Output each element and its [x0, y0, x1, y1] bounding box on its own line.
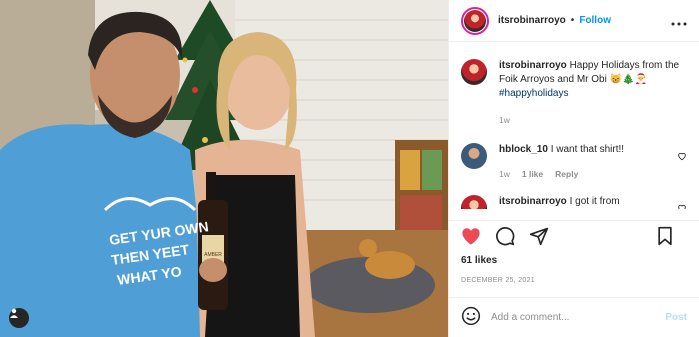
add-comment-bar: Post	[449, 297, 699, 337]
author-avatar[interactable]	[461, 6, 489, 35]
caption-avatar[interactable]	[461, 59, 487, 85]
comment-text: I got it from	[569, 196, 620, 207]
post-side-panel: itsrobinarroyo • Follow itsrobinarroyo H…	[448, 0, 699, 337]
like-heart-icon[interactable]	[461, 227, 481, 245]
comments-list[interactable]: itsrobinarroyo Happy Holidays from the F…	[449, 43, 699, 209]
comment-avatar[interactable]	[461, 195, 487, 209]
reply-button[interactable]: Reply	[555, 167, 578, 181]
comment-row: itsrobinarroyo I got it from	[461, 195, 687, 209]
instagram-post: AMBER GET YUR OWN THEN YEET WHAT YO itsr…	[0, 0, 699, 337]
likes-count[interactable]: 61 likes	[461, 255, 497, 266]
bookmark-icon[interactable]	[657, 226, 673, 246]
action-bar	[449, 220, 699, 250]
caption-age[interactable]: 1w	[499, 113, 510, 127]
bottle-label: AMBER	[204, 252, 222, 258]
comment-text: I want that shirt!!	[550, 144, 625, 155]
tagged-users-button[interactable]	[9, 308, 29, 328]
comment-age[interactable]: 1w	[499, 167, 510, 181]
author-username[interactable]: itsrobinarroyo	[498, 15, 566, 26]
comment-avatar[interactable]	[461, 143, 487, 169]
comment-input[interactable]	[491, 312, 666, 323]
comment-bubble-icon[interactable]	[495, 226, 515, 246]
post-date: DECEMBER 25, 2021	[461, 277, 535, 284]
follow-button[interactable]: Follow	[579, 15, 611, 26]
person-icon	[10, 308, 18, 318]
comment-username[interactable]: hblock_10	[499, 144, 548, 155]
holiday-photo-illustration: AMBER GET YUR OWN THEN YEET WHAT YO	[0, 0, 448, 337]
post-photo[interactable]: AMBER GET YUR OWN THEN YEET WHAT YO	[0, 0, 448, 337]
post-header: itsrobinarroyo • Follow	[449, 0, 699, 42]
caption-hashtag[interactable]: #happyholidays	[499, 88, 569, 99]
share-paper-plane-icon[interactable]	[529, 226, 549, 246]
comment-like-heart-icon[interactable]	[677, 151, 687, 164]
separator-dot: •	[570, 15, 575, 26]
caption-username[interactable]: itsrobinarroyo	[499, 60, 567, 71]
comment-row: hblock_10 I want that shirt!! 1w 1 like …	[461, 143, 687, 181]
comment-like-heart-icon[interactable]	[677, 203, 687, 209]
comment-username[interactable]: itsrobinarroyo	[499, 196, 567, 207]
post-comment-button[interactable]: Post	[665, 312, 687, 323]
emoji-icon[interactable]	[461, 306, 481, 329]
comment-likes[interactable]: 1 like	[522, 167, 543, 181]
more-options-icon[interactable]	[671, 13, 687, 29]
caption: itsrobinarroyo Happy Holidays from the F…	[461, 59, 687, 127]
